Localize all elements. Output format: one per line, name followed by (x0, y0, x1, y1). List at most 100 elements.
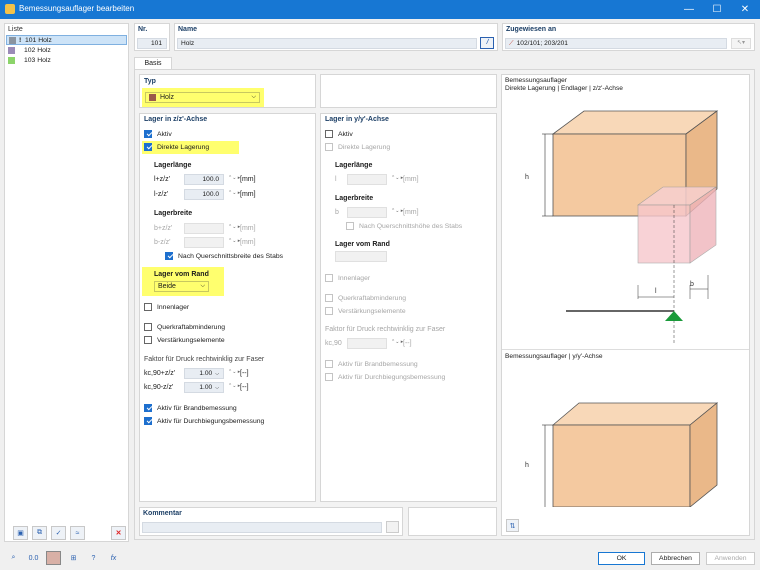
check-all-icon[interactable]: ✓ (51, 526, 66, 540)
z-b1-spin: ⌃⌄ ▸ (228, 224, 241, 230)
list-panel: Liste ! 101 Holz 102 Holz 103 Holz ▣ ⧉ ✓ ≈ … (4, 23, 129, 542)
z-k1-spin[interactable]: ⌃⌄ ▸ (228, 369, 240, 375)
y-k-label: kc,90 (325, 340, 342, 347)
typ-panel: Typ Holz ⌵ (139, 74, 316, 108)
copy-item-icon[interactable]: ⧉ (32, 526, 47, 540)
z-l1-spin[interactable]: ⌃⌄ ▸ (228, 175, 240, 181)
help-icon[interactable]: ? (86, 551, 101, 565)
z-k2-value: 1.00 (199, 384, 213, 391)
z-direkt-checkbox[interactable] (144, 143, 152, 151)
list-item-color-swatch (8, 56, 15, 64)
kommentar-panel: Kommentar (139, 507, 403, 536)
y-k-spin: ⌃⌄ ▸ (391, 339, 404, 345)
z-brand-row[interactable]: Aktiv für Brandbemessung (144, 404, 237, 412)
y-axis-panel: Lager in y/y'-Achse Aktiv Direkte Lageru… (320, 113, 497, 502)
z-aktiv-checkbox[interactable] (144, 130, 152, 138)
minimize-button[interactable]: — (675, 0, 703, 19)
kommentar-input[interactable] (142, 522, 382, 533)
y-header: Lager in y/y'-Achse (325, 116, 389, 123)
z-durchbiegung-row[interactable]: Aktiv für Durchbiegungsbemessung (144, 417, 264, 425)
list-item[interactable]: 102 Holz (6, 45, 127, 55)
preview-options-icon[interactable]: ⇅ (506, 519, 519, 532)
z-l1-input[interactable]: 100.0 (184, 174, 224, 185)
y-brand-row: Aktiv für Brandbemessung (325, 360, 418, 368)
h-y-label: h (525, 462, 529, 469)
cancel-button[interactable]: Abbrechen (651, 552, 700, 565)
assigned-label: Zugewiesen an (506, 26, 557, 33)
z-querkraft-checkbox[interactable] (144, 323, 152, 331)
member-icon: ⟋ (509, 39, 514, 47)
name-field[interactable]: Holz (177, 38, 477, 49)
z-verstaerkung-checkbox[interactable] (144, 336, 152, 344)
check-selected-icon[interactable]: ≈ (70, 526, 85, 540)
z-direkt-row[interactable]: Direkte Lagerung (144, 143, 209, 151)
y-nach-quer-checkbox (346, 222, 354, 230)
assigned-field[interactable]: ⟋ 102/101; 203/201 (505, 38, 727, 49)
new-item-icon[interactable]: ▣ (13, 526, 28, 540)
z-k2-input[interactable]: 1.00 ⌵ (184, 382, 224, 393)
y-querkraft-checkbox (325, 294, 333, 302)
list-item[interactable]: 103 Holz (6, 55, 127, 65)
preview-subtitle-1: Direkte Lagerung | Endlager | z/z'-Achse (505, 85, 623, 92)
bottom-toolbar: ⌕ 0.0 ⊞ ? fx (6, 551, 121, 565)
color-icon[interactable] (46, 551, 61, 565)
z-header: Lager in z/z'-Achse (144, 116, 208, 123)
chevron-down-icon: ⌵ (215, 370, 219, 377)
y-aktiv-label: Aktiv (338, 130, 353, 138)
assigned-value: 102/101; 203/201 (516, 40, 568, 47)
typ-color-swatch (149, 94, 156, 101)
z-l2-spin[interactable]: ⌃⌄ ▸ (228, 190, 240, 196)
z-l2-unit: [mm] (240, 191, 256, 198)
table-icon[interactable]: ⊞ (66, 551, 81, 565)
z-brand-checkbox[interactable] (144, 404, 152, 412)
nr-field[interactable]: 101 (137, 38, 167, 49)
y-brand-checkbox (325, 360, 333, 368)
z-aktiv-label: Aktiv (157, 130, 172, 138)
z-querkraft-label: Querkraftabminderung (157, 323, 226, 331)
z-rand-select[interactable]: Beide ⌵ (154, 281, 209, 292)
z-aktiv-row[interactable]: Aktiv (144, 130, 172, 138)
search-icon[interactable]: ⌕ (6, 551, 21, 565)
z-durchbiegung-checkbox[interactable] (144, 417, 152, 425)
close-button[interactable]: ✕ (731, 0, 759, 19)
z-axis-panel: Lager in z/z'-Achse Aktiv Direkte Lageru… (139, 113, 316, 502)
kommentar-edit-icon[interactable] (386, 521, 399, 533)
y-l-spin: ⌃⌄ ▸ (391, 175, 404, 181)
y-durchbiegung-checkbox (325, 373, 333, 381)
z-l2-input[interactable]: 100.0 (184, 189, 224, 200)
y-direkt-checkbox (325, 143, 333, 151)
y-direkt-row: Direkte Lagerung (325, 143, 390, 151)
z-k1-unit: [--] (240, 370, 249, 377)
z-innenlager-row[interactable]: Innenlager (144, 303, 189, 311)
list-item[interactable]: ! 101 Holz (6, 35, 127, 45)
assign-select-icon[interactable]: ↖▾ (731, 38, 751, 49)
y-rand-header: Lager vom Rand (335, 241, 390, 248)
y-aktiv-row[interactable]: Aktiv (325, 130, 353, 138)
list-item-color-swatch (9, 36, 16, 44)
delete-icon[interactable]: ✕ (111, 526, 126, 540)
chevron-down-icon: ⌵ (215, 384, 219, 391)
z-verstaerkung-row[interactable]: Verstärkungselemente (144, 336, 225, 344)
y-breite-header: Lagerbreite (335, 195, 374, 202)
z-querkraft-row[interactable]: Querkraftabminderung (144, 323, 225, 331)
nr-label: Nr. (138, 26, 148, 33)
z-laenge-header: Lagerlänge (154, 162, 192, 169)
z-k1-input[interactable]: 1.00 ⌵ (184, 368, 224, 379)
y-aktiv-checkbox[interactable] (325, 130, 333, 138)
list-item-color-swatch (8, 46, 15, 54)
z-brand-label: Aktiv für Brandbemessung (157, 404, 237, 412)
z-innenlager-checkbox[interactable] (144, 303, 152, 311)
preview-panel: Bemessungsauflager Direkte Lagerung | En… (501, 74, 750, 536)
value-icon[interactable]: 0.0 (26, 551, 41, 565)
edit-name-icon[interactable]: 𝐼 (480, 37, 494, 49)
ok-button[interactable]: OK (598, 552, 645, 565)
z-k2-label: kc,90-z/z' (144, 384, 174, 391)
typ-select[interactable]: Holz ⌵ (145, 92, 260, 103)
function-icon[interactable]: fx (106, 551, 121, 565)
z-nach-quer-row[interactable]: Nach Querschnittsbreite des Stabs (165, 252, 283, 260)
typ-header: Typ (144, 78, 156, 85)
z-b2-unit: [mm] (240, 239, 256, 246)
z-nach-quer-checkbox[interactable] (165, 252, 173, 260)
z-k2-spin[interactable]: ⌃⌄ ▸ (228, 383, 240, 389)
maximize-button[interactable]: ☐ (703, 0, 731, 19)
